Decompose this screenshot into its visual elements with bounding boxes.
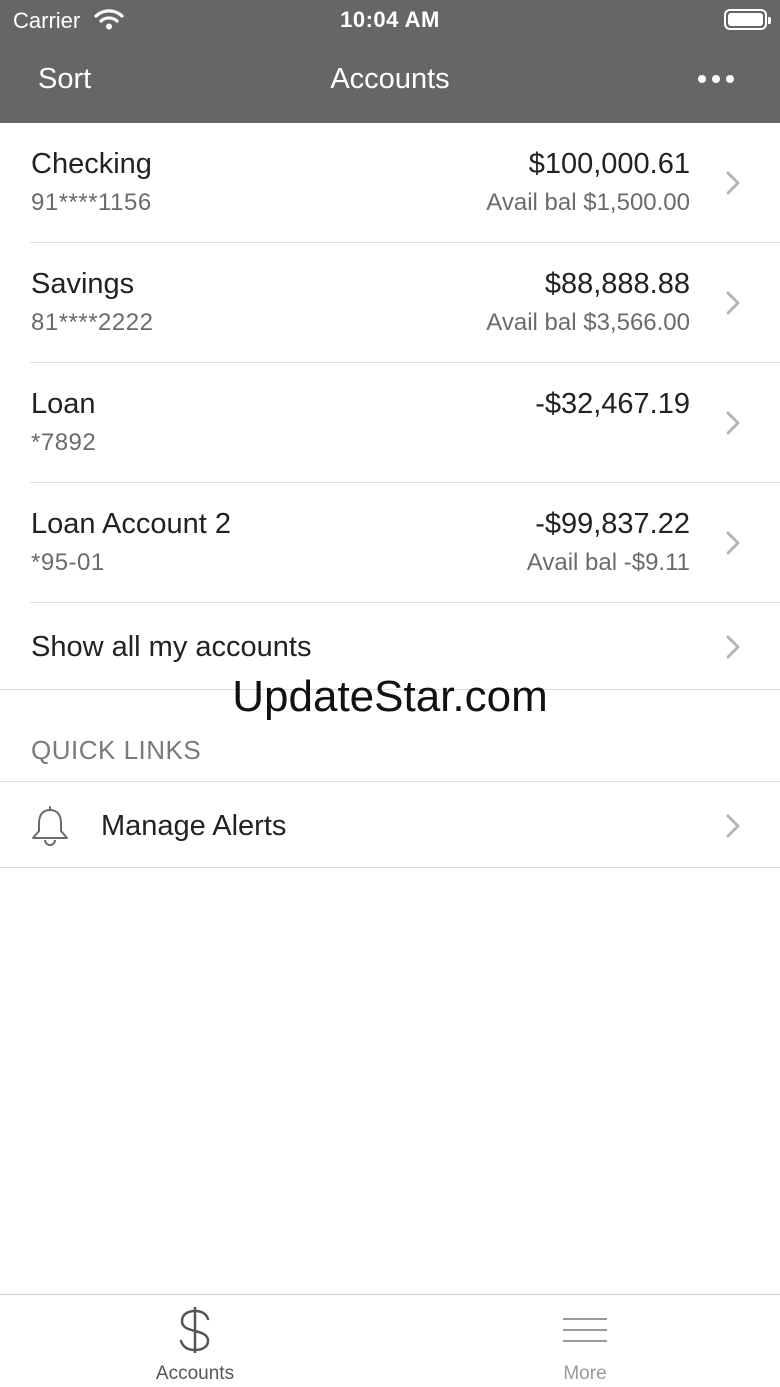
account-row-loan[interactable]: Loan *7892 -$32,467.19 <box>0 363 780 483</box>
available-balance: Avail bal $3,566.00 <box>486 309 690 336</box>
chevron-right-icon <box>726 531 740 555</box>
tab-bar: Accounts More <box>0 1294 780 1387</box>
account-balance: $100,000.61 <box>528 148 690 180</box>
account-name: Loan <box>31 388 96 420</box>
manage-alerts-row[interactable]: Manage Alerts <box>0 781 780 868</box>
account-number: 91****1156 <box>31 189 152 216</box>
account-balance: -$32,467.19 <box>535 388 690 420</box>
account-number: *7892 <box>31 429 97 456</box>
tab-accounts[interactable]: Accounts <box>0 1295 390 1387</box>
chevron-right-icon <box>726 291 740 315</box>
account-name: Savings <box>31 268 135 300</box>
account-name: Checking <box>31 148 152 180</box>
account-number: 81****2222 <box>31 309 154 336</box>
watermark-text: UpdateStar.com <box>232 672 548 721</box>
status-time: 10:04 AM <box>340 7 440 32</box>
page-title: Accounts <box>330 63 450 95</box>
account-balance: -$99,837.22 <box>535 508 690 540</box>
chevron-right-icon <box>726 171 740 195</box>
account-name: Loan Account 2 <box>31 508 231 540</box>
account-list: Checking 91****1156 $100,000.61 Avail ba… <box>0 123 780 690</box>
manage-alerts-label: Manage Alerts <box>101 810 287 842</box>
quick-links-header: QUICK LINKS <box>31 735 202 765</box>
account-row-checking[interactable]: Checking 91****1156 $100,000.61 Avail ba… <box>0 123 780 243</box>
account-balance: $88,888.88 <box>544 268 690 300</box>
chevron-right-icon <box>726 814 740 838</box>
more-horizontal-icon[interactable] <box>690 64 742 94</box>
chevron-right-icon <box>726 411 740 435</box>
account-row-savings[interactable]: Savings 81****2222 $88,888.88 Avail bal … <box>0 243 780 363</box>
show-all-accounts-label: Show all my accounts <box>31 631 312 663</box>
chevron-right-icon <box>726 635 740 659</box>
menu-icon <box>563 1318 607 1342</box>
tab-more-label: More <box>563 1363 607 1384</box>
available-balance: Avail bal $1,500.00 <box>486 189 690 216</box>
battery-icon <box>724 9 771 30</box>
account-row-loan-account-2[interactable]: Loan Account 2 *95-01 -$99,837.22 Avail … <box>0 483 780 603</box>
nav-bar: Sort Accounts <box>0 40 780 123</box>
sort-button[interactable]: Sort <box>38 63 91 96</box>
tab-more[interactable]: More <box>390 1295 780 1387</box>
bell-icon <box>32 806 68 846</box>
dollar-icon <box>179 1307 210 1353</box>
top-header: Carrier 10:04 AM Sort Accounts <box>0 0 780 123</box>
account-number: *95-01 <box>31 549 105 576</box>
available-balance: Avail bal -$9.11 <box>526 549 690 576</box>
status-bar: Carrier 10:04 AM <box>0 0 780 40</box>
